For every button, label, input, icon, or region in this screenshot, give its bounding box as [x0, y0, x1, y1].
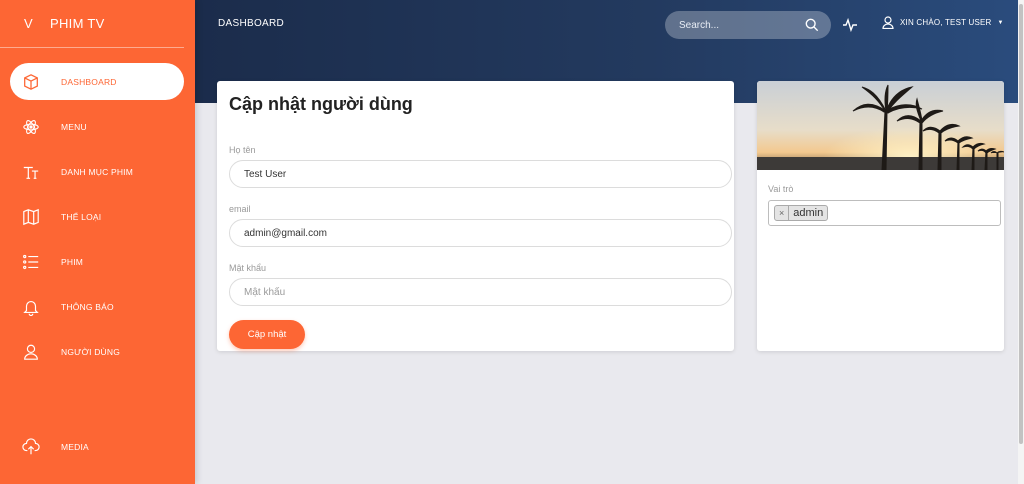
bell-icon [20, 296, 42, 318]
scrollbar[interactable] [1018, 0, 1024, 484]
card-title: Cập nhật người dùng [229, 94, 413, 114]
password-label: Mật khẩu [229, 263, 267, 273]
sidebar-item-label: PHIM [61, 256, 84, 267]
sidebar-item-label: MEDIA [61, 441, 89, 452]
search-box[interactable] [665, 11, 831, 39]
name-field[interactable] [229, 160, 732, 188]
user-menu[interactable]: XIN CHÀO, TEST USER ▼ [882, 16, 1004, 29]
map-icon [20, 206, 42, 228]
brand[interactable]: V PHIM TV [0, 0, 184, 48]
atom-icon [20, 116, 42, 138]
remove-tag-icon[interactable]: × [775, 206, 790, 220]
text-icon [20, 161, 42, 183]
sidebar-item-label: THÔNG BÁO [61, 301, 114, 312]
sidebar: V PHIM TV DASHBOARD MENU DANH MỤC PHIM T… [0, 0, 195, 484]
user-icon [20, 341, 42, 363]
chevron-down-icon: ▼ [997, 19, 1004, 26]
user-greeting: XIN CHÀO, TEST USER [900, 18, 992, 27]
cloud-upload-icon [20, 436, 42, 458]
scrollbar-thumb[interactable] [1019, 4, 1023, 444]
user-icon [882, 16, 894, 29]
email-input[interactable] [244, 227, 731, 239]
search-input[interactable] [679, 19, 799, 31]
name-input[interactable] [244, 168, 731, 180]
sidebar-item-media[interactable]: MEDIA [10, 428, 184, 465]
role-section: Vai trò × admin [757, 170, 1004, 240]
sidebar-item-nguoi-dung[interactable]: NGƯỜI DÙNG [10, 333, 184, 370]
sidebar-item-dashboard[interactable]: DASHBOARD [10, 63, 184, 100]
role-select[interactable]: × admin [768, 200, 1001, 226]
sidebar-item-the-loai[interactable]: THỂ LOẠI [10, 198, 184, 235]
sidebar-item-label: DASHBOARD [61, 76, 117, 87]
cover-photo [757, 81, 1004, 170]
sidebar-item-phim[interactable]: PHIM [10, 243, 184, 280]
list-icon [20, 251, 42, 273]
sidebar-nav: DASHBOARD MENU DANH MỤC PHIM THỂ LOẠI PH… [10, 63, 184, 454]
brand-logo-mini: V [24, 16, 33, 31]
role-label: Vai trò [768, 184, 794, 194]
email-field[interactable] [229, 219, 732, 247]
name-label: Họ tên [229, 145, 256, 155]
update-button[interactable]: Cập nhật [229, 320, 305, 349]
activity-icon[interactable] [842, 17, 858, 33]
role-card: Vai trò × admin [757, 81, 1004, 351]
search-icon[interactable] [805, 18, 819, 32]
sidebar-item-label: THỂ LOẠI [61, 211, 102, 222]
sidebar-item-label: DANH MỤC PHIM [61, 166, 134, 177]
role-tag-label: admin [793, 207, 824, 219]
sidebar-item-label: NGƯỜI DÙNG [61, 346, 121, 357]
password-field[interactable] [229, 278, 732, 306]
password-input[interactable] [244, 286, 731, 298]
sidebar-item-menu[interactable]: MENU [10, 108, 184, 145]
page-title[interactable]: DASHBOARD [218, 18, 284, 29]
brand-name: PHIM TV [50, 16, 105, 31]
role-tag: × admin [774, 205, 829, 221]
sidebar-item-label: MENU [61, 121, 87, 132]
email-label: email [229, 204, 251, 214]
update-user-card: Cập nhật người dùng Họ tên email Mật khẩ… [217, 81, 734, 351]
sidebar-item-danh-muc-phim[interactable]: DANH MỤC PHIM [10, 153, 184, 190]
sidebar-item-thong-bao[interactable]: THÔNG BÁO [10, 288, 184, 325]
box-icon [20, 71, 42, 93]
